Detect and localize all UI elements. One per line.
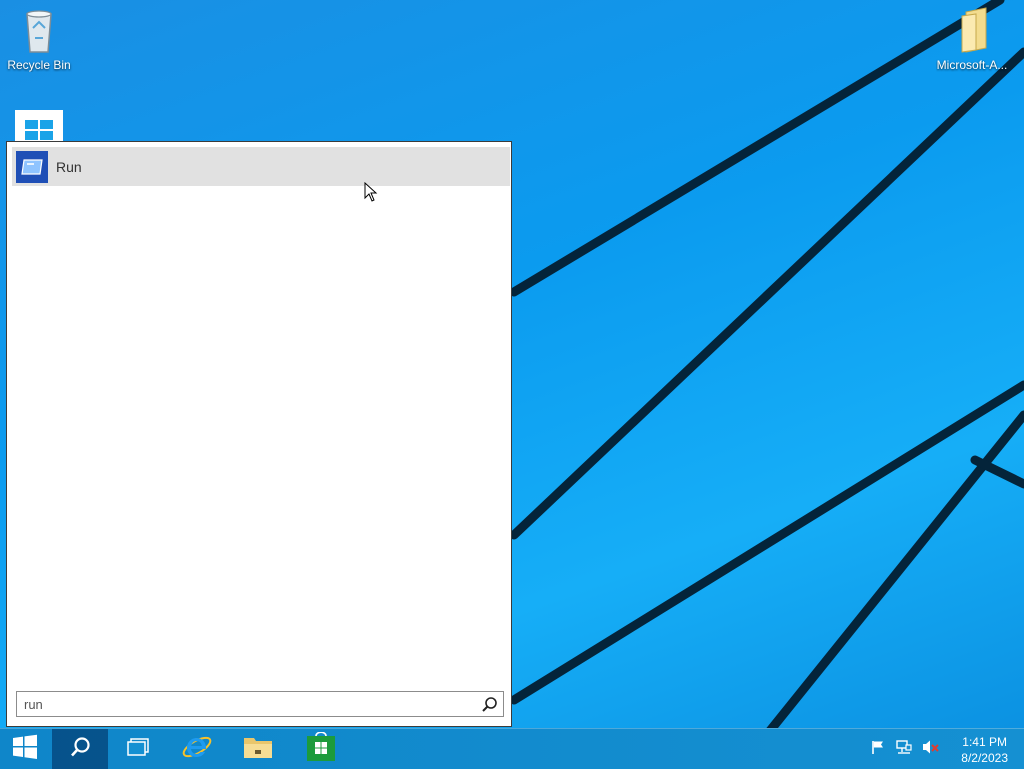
run-app-icon	[16, 150, 48, 183]
clock-time: 1:41 PM	[962, 735, 1007, 749]
desktop-icon-label: Microsoft-A...	[936, 58, 1008, 72]
search-box[interactable]	[16, 691, 504, 717]
mouse-cursor	[364, 181, 378, 207]
search-result-label: Run	[56, 158, 82, 175]
network-icon[interactable]	[896, 739, 912, 760]
search-results-panel: Run	[6, 141, 512, 727]
start-button[interactable]	[0, 729, 50, 769]
taskbar: 1:41 PM 8/2/2023	[0, 728, 1024, 769]
windows-tile-icon	[15, 110, 63, 142]
store-icon	[306, 730, 336, 767]
search-result-run[interactable]: Run	[12, 147, 510, 186]
store-button[interactable]	[293, 729, 349, 769]
internet-explorer-button[interactable]	[169, 729, 225, 769]
taskbar-search-button[interactable]	[52, 729, 108, 769]
internet-explorer-icon	[181, 731, 213, 768]
task-view-icon	[126, 737, 150, 762]
volume-muted-icon[interactable]	[922, 739, 940, 760]
desktop-icon-label: Recycle Bin	[7, 58, 71, 72]
windows-logo-icon	[12, 734, 38, 765]
search-input[interactable]	[17, 692, 484, 716]
system-tray	[870, 729, 940, 769]
desktop-icon-recycle-bin[interactable]: Recycle Bin	[3, 6, 75, 72]
clock[interactable]: 1:41 PM 8/2/2023	[961, 734, 1008, 766]
clock-date: 8/2/2023	[961, 751, 1008, 765]
recycle-bin-icon	[15, 6, 63, 54]
search-icon	[69, 736, 91, 763]
search-icon[interactable]	[481, 696, 499, 714]
folder-icon	[948, 6, 996, 54]
file-explorer-button[interactable]	[230, 729, 286, 769]
task-view-button[interactable]	[110, 729, 166, 769]
file-explorer-icon	[243, 734, 273, 765]
desktop-icon-microsoft-a[interactable]: Microsoft-A...	[936, 6, 1008, 72]
action-center-flag-icon[interactable]	[870, 739, 886, 760]
